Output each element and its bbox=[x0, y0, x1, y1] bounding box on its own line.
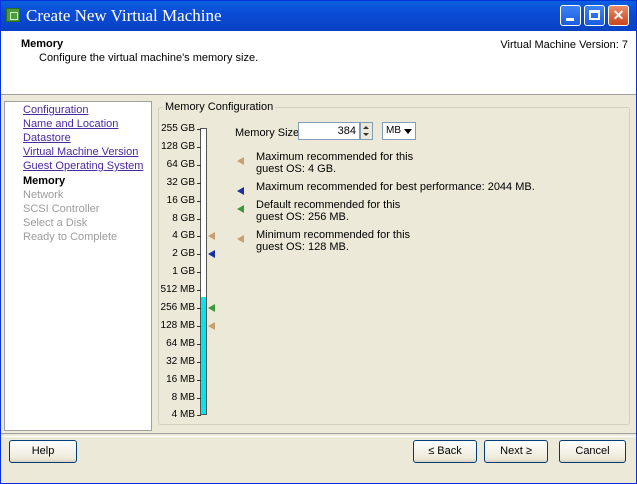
scale-tick bbox=[197, 218, 201, 220]
scale-tick bbox=[197, 379, 201, 381]
scale-tick bbox=[197, 236, 201, 238]
wizard-header: Memory Configure the virtual machine's m… bbox=[1, 31, 636, 95]
scale-label: 256 MB bbox=[160, 302, 195, 313]
window-title: Create New Virtual Machine bbox=[26, 6, 222, 25]
scale-label: 16 MB bbox=[166, 373, 195, 385]
legend-line: guest OS: 128 MB. bbox=[256, 241, 349, 253]
minimize-button[interactable] bbox=[560, 5, 581, 26]
title-bar[interactable]: Create New Virtual Machine ✕ bbox=[1, 1, 636, 31]
nav-item-scsi-controller: SCSI Controller bbox=[23, 203, 100, 215]
legend-line: guest OS: 4 GB. bbox=[256, 163, 337, 175]
vm-icon bbox=[6, 8, 20, 22]
scale-label: 32 GB bbox=[166, 176, 195, 188]
scale-label: 128 GB bbox=[161, 140, 195, 152]
scale-label: 32 MB bbox=[166, 355, 195, 367]
scale-label: 512 MB bbox=[160, 284, 195, 296]
marker-triangle-icon bbox=[208, 321, 215, 330]
button-separator bbox=[1, 433, 636, 437]
scale-tick bbox=[197, 308, 201, 309]
scale-label: 4 GB bbox=[172, 230, 195, 242]
legend-line: Default recommended for this bbox=[256, 199, 401, 211]
legend-triangle-icon bbox=[237, 205, 244, 213]
nav-item-vm-version[interactable]: Virtual Machine Version bbox=[23, 146, 138, 158]
minimize-icon bbox=[566, 18, 574, 21]
scale-tick bbox=[197, 361, 201, 363]
chevron-down-icon bbox=[404, 129, 412, 134]
spin-down-icon[interactable] bbox=[363, 133, 369, 136]
scale-tick bbox=[197, 254, 201, 256]
maximize-button[interactable] bbox=[584, 5, 605, 26]
legend-text: Maximum recommended for this guest OS: 4 … bbox=[256, 151, 413, 175]
memory-slider-fill bbox=[201, 297, 206, 414]
scale-label: 255 GB bbox=[161, 123, 195, 134]
legend-line: Maximum recommended for this bbox=[256, 151, 414, 163]
nav-item-network: Network bbox=[23, 189, 64, 201]
marker-triangle-icon bbox=[208, 304, 215, 312]
page-title: Memory bbox=[21, 38, 64, 50]
memory-size-label: Memory Size: bbox=[235, 127, 303, 139]
scale-tick bbox=[197, 272, 201, 274]
scale-tick bbox=[197, 415, 201, 417]
vm-version-label: Virtual Machine Version: 7 bbox=[500, 39, 628, 51]
memory-size-input[interactable] bbox=[298, 122, 360, 140]
nav-item-memory: Memory bbox=[23, 175, 66, 187]
page-subtitle: Configure the virtual machine's memory s… bbox=[39, 52, 259, 64]
nav-item-configuration[interactable]: Configuration bbox=[23, 104, 88, 116]
close-icon: ✕ bbox=[612, 7, 625, 23]
next-button[interactable]: Next ≥ bbox=[484, 440, 548, 463]
scale-label: 64 MB bbox=[166, 337, 195, 349]
scale-label: 8 GB bbox=[172, 212, 195, 224]
scale-label: 2 GB bbox=[172, 248, 195, 260]
marker-triangle-icon bbox=[208, 232, 215, 241]
scale-label: 4 MB bbox=[171, 409, 195, 421]
back-button-label: ≤ Back bbox=[428, 445, 462, 457]
wizard-window: Create New Virtual Machine ✕ Memory Conf… bbox=[0, 0, 637, 484]
legend-line: Maximum recommended for best performance… bbox=[256, 181, 535, 193]
legend-text: Maximum recommended for best performance… bbox=[256, 181, 535, 193]
scale-label: 1 GB bbox=[172, 266, 195, 278]
nav-item-ready-complete: Ready to Complete bbox=[23, 231, 118, 243]
scale-tick bbox=[197, 129, 201, 130]
cancel-button-label: Cancel bbox=[575, 445, 610, 457]
close-button[interactable]: ✕ bbox=[608, 5, 629, 26]
nav-item-name-location[interactable]: Name and Location bbox=[23, 118, 118, 130]
scale-label: 64 GB bbox=[166, 158, 195, 170]
scale-tick bbox=[197, 146, 201, 148]
group-title: Memory Configuration bbox=[163, 101, 276, 113]
spin-up-icon[interactable] bbox=[363, 126, 369, 129]
help-button[interactable]: Help bbox=[9, 440, 77, 463]
legend-text: Minimum recommended for this guest OS: 12… bbox=[256, 229, 410, 253]
scale-tick bbox=[197, 164, 201, 166]
memory-slider[interactable] bbox=[200, 128, 207, 415]
scale-label: 8 MB bbox=[171, 391, 195, 403]
legend-triangle-icon bbox=[237, 187, 244, 195]
memory-unit-select[interactable]: MB bbox=[382, 122, 416, 140]
scale-tick bbox=[197, 290, 201, 292]
legend-triangle-icon bbox=[237, 157, 244, 165]
legend-text: Default recommended for this guest OS: 25… bbox=[256, 199, 400, 223]
memory-size-spinner[interactable] bbox=[360, 122, 373, 140]
nav-item-select-disk: Select a Disk bbox=[23, 217, 88, 229]
memory-unit-value: MB bbox=[386, 125, 401, 136]
scale-label: 128 MB bbox=[160, 319, 195, 331]
next-button-label: Next ≥ bbox=[500, 445, 532, 457]
cancel-button[interactable]: Cancel bbox=[559, 440, 626, 463]
marker-triangle-icon bbox=[208, 250, 215, 259]
legend-line: Minimum recommended for this bbox=[256, 229, 411, 241]
scale-tick bbox=[197, 325, 201, 327]
legend-line: guest OS: 256 MB. bbox=[256, 211, 349, 223]
nav-item-guest-os[interactable]: Guest Operating System bbox=[23, 160, 143, 172]
nav-item-datastore[interactable]: Datastore bbox=[23, 132, 71, 144]
maximize-icon bbox=[589, 10, 600, 20]
scale-label: 16 GB bbox=[166, 194, 195, 206]
help-button-label: Help bbox=[31, 445, 55, 457]
scale-tick bbox=[197, 200, 201, 202]
back-button[interactable]: ≤ Back bbox=[413, 440, 477, 463]
scale-tick bbox=[197, 343, 201, 345]
legend-triangle-icon bbox=[237, 235, 244, 243]
wizard-steps-nav: Configuration Name and Location Datastor… bbox=[4, 101, 152, 431]
scale-tick bbox=[197, 397, 201, 399]
scale-tick bbox=[197, 182, 201, 184]
